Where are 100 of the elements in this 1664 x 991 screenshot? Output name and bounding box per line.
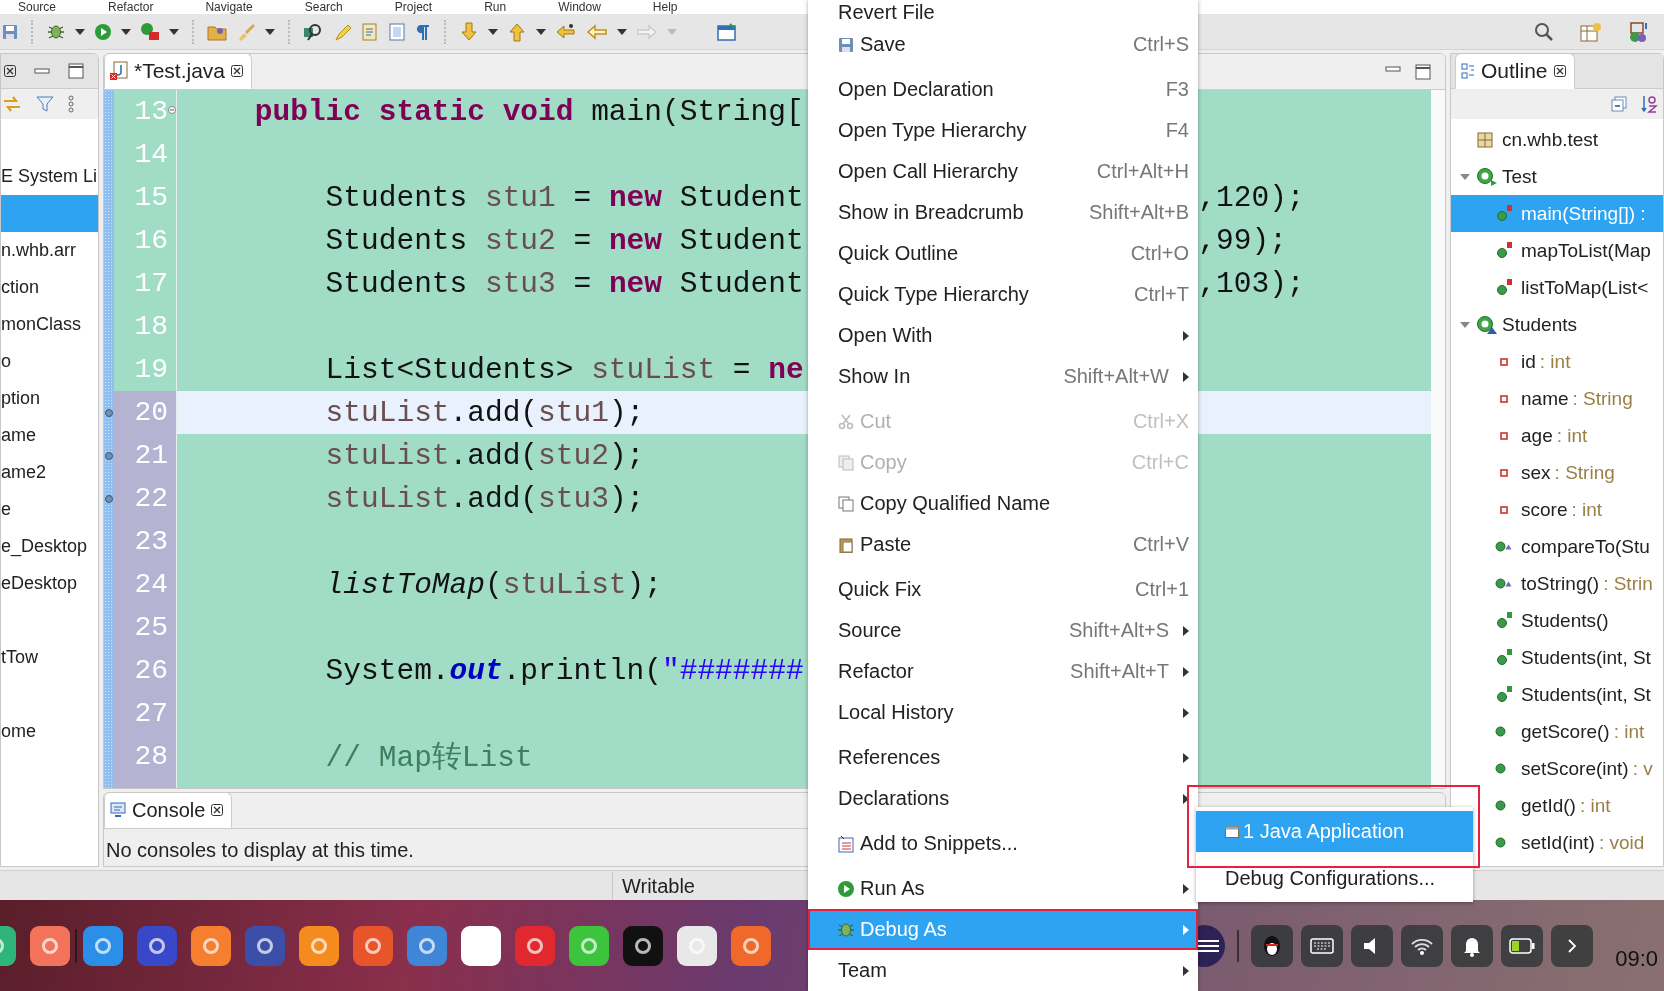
menu-item[interactable]: Search bbox=[304, 0, 343, 14]
outline-item[interactable]: Students(int, St bbox=[1451, 639, 1663, 676]
outline-item[interactable]: toString() : Strin bbox=[1451, 565, 1663, 602]
tree-item[interactable]: ome bbox=[1, 713, 98, 750]
outline-item[interactable]: name : String bbox=[1451, 380, 1663, 417]
app-icon[interactable] bbox=[569, 925, 609, 966]
sort-icon[interactable] bbox=[1641, 95, 1659, 113]
app-icon[interactable] bbox=[461, 925, 501, 966]
minimize-icon[interactable] bbox=[1385, 63, 1401, 74]
tree-item[interactable]: o bbox=[1, 343, 98, 380]
outline-item[interactable]: mapToList(Map bbox=[1451, 232, 1663, 269]
close-icon[interactable] bbox=[231, 65, 244, 77]
caret-icon[interactable] bbox=[617, 28, 627, 35]
app-icon[interactable] bbox=[677, 925, 717, 966]
collapse-all-icon[interactable] bbox=[1611, 96, 1627, 112]
tree-item[interactable]: E System Li bbox=[1, 158, 98, 195]
tree-item[interactable]: monClass bbox=[1, 306, 98, 343]
menu-item[interactable]: Open Type Hierarchy F4 bbox=[808, 110, 1198, 151]
menu-item[interactable]: Quick Type Hierarchy Ctrl+T bbox=[808, 274, 1198, 315]
tree-item[interactable]: n.whb.arr bbox=[1, 232, 98, 269]
menu-item[interactable]: Project bbox=[394, 0, 433, 14]
outline-item[interactable]: cn.whb.test bbox=[1451, 121, 1663, 158]
menu-item[interactable]: Declarations bbox=[808, 778, 1198, 819]
menu-item[interactable]: Show in Breadcrumb Shift+Alt+B bbox=[808, 192, 1198, 233]
caret-icon[interactable] bbox=[75, 28, 85, 35]
keyboard-icon[interactable] bbox=[1310, 937, 1335, 954]
app-icon[interactable] bbox=[731, 925, 771, 966]
menu-item[interactable]: Save Ctrl+S bbox=[808, 24, 1198, 65]
editor-tab[interactable]: *Test.java bbox=[104, 54, 253, 89]
caret-icon[interactable] bbox=[265, 28, 275, 35]
outline-item[interactable]: Students bbox=[1451, 306, 1663, 343]
tree-item[interactable]: ction bbox=[1, 269, 98, 306]
app-icon[interactable] bbox=[30, 925, 70, 966]
menu-item[interactable]: Debug Configurations... bbox=[1196, 858, 1473, 899]
menu-item[interactable]: Source bbox=[18, 0, 57, 14]
outline-item[interactable]: id : int bbox=[1451, 343, 1663, 380]
menu-item[interactable]: Source Shift+Alt+S bbox=[808, 610, 1198, 651]
open-perspective-icon[interactable] bbox=[1580, 21, 1602, 42]
caret-icon[interactable] bbox=[169, 28, 179, 35]
java-perspective-icon[interactable] bbox=[1628, 20, 1650, 43]
more-icon[interactable] bbox=[68, 95, 74, 113]
caret-icon[interactable] bbox=[536, 28, 546, 35]
menu-item[interactable]: Navigate bbox=[205, 0, 253, 14]
outline-item[interactable]: Students(int, St bbox=[1451, 676, 1663, 713]
menu-item[interactable]: Local History bbox=[808, 692, 1198, 733]
app-icon[interactable] bbox=[137, 925, 177, 966]
search-icon[interactable] bbox=[1534, 21, 1554, 42]
twisty-icon[interactable] bbox=[1459, 320, 1471, 329]
menu-item[interactable]: Quick Fix Ctrl+1 bbox=[808, 569, 1198, 610]
tree-item[interactable]: tTow bbox=[1, 639, 98, 676]
close-icon[interactable] bbox=[4, 65, 16, 77]
app-icon[interactable] bbox=[83, 925, 123, 966]
clock[interactable]: 09:0 bbox=[1615, 945, 1658, 972]
app-icon[interactable] bbox=[299, 925, 339, 966]
menu-item[interactable]: Refactor bbox=[108, 0, 154, 14]
tree-item[interactable]: ame bbox=[1, 417, 98, 454]
outline-item[interactable]: Students() bbox=[1451, 602, 1663, 639]
menu-item[interactable]: References bbox=[808, 737, 1198, 778]
app-icon[interactable] bbox=[407, 925, 447, 966]
app-icon[interactable] bbox=[353, 925, 393, 966]
outline-item[interactable]: Test bbox=[1451, 158, 1663, 195]
tree-item[interactable]: eDesktop bbox=[1, 565, 98, 602]
outline-item[interactable]: sex : String bbox=[1451, 454, 1663, 491]
menu-item[interactable]: Open Declaration F3 bbox=[808, 69, 1198, 110]
tree-item[interactable]: e bbox=[1, 491, 98, 528]
tree-item[interactable]: e_Desktop bbox=[1, 528, 98, 565]
app-icon[interactable] bbox=[191, 925, 231, 966]
menu-item[interactable]: Run As bbox=[808, 868, 1198, 909]
outline-item[interactable]: getScore() : int bbox=[1451, 713, 1663, 750]
app-icon[interactable] bbox=[623, 925, 663, 966]
menu-item[interactable]: Window bbox=[558, 0, 601, 14]
menu-item[interactable]: Refactor Shift+Alt+T bbox=[808, 651, 1198, 692]
outline-item[interactable]: score : int bbox=[1451, 491, 1663, 528]
close-icon[interactable] bbox=[211, 804, 224, 816]
menu-item[interactable]: Open With bbox=[808, 315, 1198, 356]
menu-item[interactable]: Paste Ctrl+V bbox=[808, 524, 1198, 565]
app-icon[interactable] bbox=[245, 925, 285, 966]
menu-item[interactable]: Revert File bbox=[808, 0, 1198, 24]
magnifier-icon[interactable] bbox=[303, 21, 323, 42]
menu-item[interactable]: Copy Qualified Name bbox=[808, 483, 1198, 524]
outline-item[interactable]: listToMap(List< bbox=[1451, 269, 1663, 306]
console-tab[interactable]: Console bbox=[104, 793, 233, 828]
menu-item[interactable]: Run bbox=[484, 0, 507, 14]
maximize-icon[interactable] bbox=[68, 63, 84, 79]
minimize-icon[interactable] bbox=[34, 66, 50, 76]
caret-icon[interactable] bbox=[488, 28, 498, 35]
outline-item[interactable]: compareTo(Stu bbox=[1451, 528, 1663, 565]
menu-item[interactable]: Show In Shift+Alt+W bbox=[808, 356, 1198, 397]
pilcrow-icon[interactable] bbox=[415, 22, 431, 41]
maximize-icon[interactable] bbox=[1415, 63, 1431, 80]
battery-icon[interactable] bbox=[1509, 937, 1536, 954]
menu-item[interactable]: Team bbox=[808, 950, 1198, 991]
caret-icon[interactable] bbox=[121, 28, 131, 35]
close-icon[interactable] bbox=[1553, 65, 1566, 77]
app-icon[interactable] bbox=[515, 925, 555, 966]
twisty-icon[interactable] bbox=[1459, 172, 1471, 181]
outline-tab[interactable]: Outline bbox=[1455, 54, 1575, 89]
menu-item[interactable]: Open Call Hierarchy Ctrl+Alt+H bbox=[808, 151, 1198, 192]
outline-item[interactable]: age : int bbox=[1451, 417, 1663, 454]
menu-item[interactable]: Quick Outline Ctrl+O bbox=[808, 233, 1198, 274]
